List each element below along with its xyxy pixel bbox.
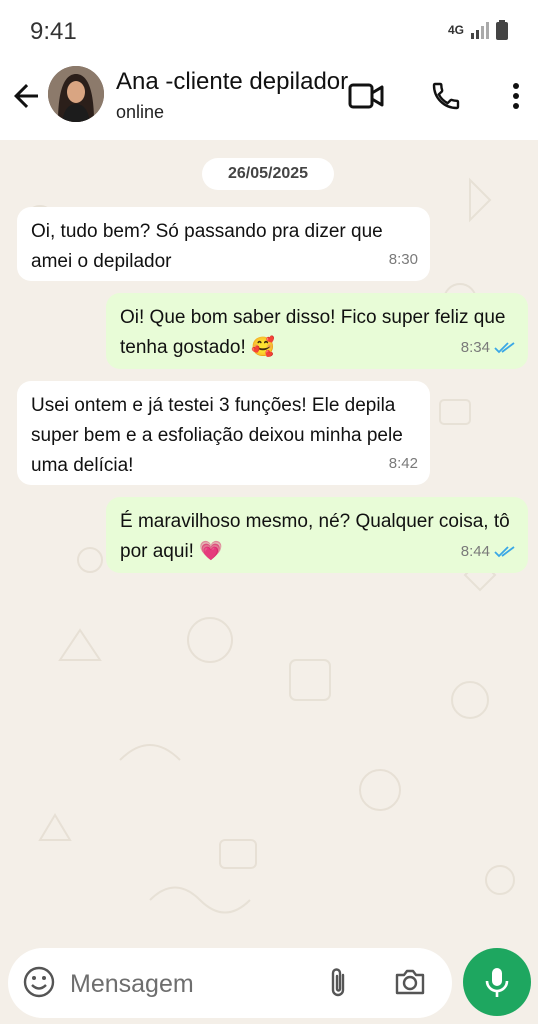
message-meta: 8:44 bbox=[461, 537, 516, 567]
message-bubble-outgoing[interactable]: É maravilhoso mesmo, né? Qualquer coisa,… bbox=[106, 497, 528, 573]
emoji-icon[interactable] bbox=[22, 965, 56, 999]
network-label: 4G bbox=[447, 23, 464, 37]
mic-icon bbox=[484, 966, 510, 998]
more-vert-icon[interactable] bbox=[496, 76, 536, 116]
chat-area[interactable]: 26/05/2025 Oi, tudo bem? Só passando pra… bbox=[0, 140, 538, 950]
message-meta: 8:30 bbox=[389, 245, 418, 275]
camera-icon[interactable] bbox=[394, 967, 426, 997]
chat-header: Ana -cliente depilador online bbox=[0, 62, 538, 140]
message-time: 8:34 bbox=[460, 339, 490, 356]
status-time: 9:41 bbox=[30, 18, 77, 45]
message-text: Oi, tudo bem? Só passando pra dizer que … bbox=[31, 221, 383, 272]
avatar[interactable] bbox=[48, 66, 104, 122]
message-time: 8:30 bbox=[388, 251, 418, 268]
mic-button[interactable] bbox=[463, 948, 531, 1016]
phone-icon[interactable] bbox=[426, 76, 466, 116]
double-check-icon bbox=[494, 545, 516, 559]
status-bar: 9:41 4G bbox=[0, 0, 538, 62]
battery-icon bbox=[496, 20, 508, 40]
message-bubble-incoming[interactable]: Oi, tudo bem? Só passando pra dizer que … bbox=[17, 207, 430, 281]
date-chip: 26/05/2025 bbox=[202, 158, 334, 190]
message-text: É maravilhoso mesmo, né? Qualquer coisa,… bbox=[120, 511, 510, 562]
message-bubble-outgoing[interactable]: Oi! Que bom saber disso! Fico super feli… bbox=[106, 293, 528, 369]
attach-icon[interactable] bbox=[326, 966, 350, 1000]
message-text: Usei ontem e já testei 3 funções! Ele de… bbox=[31, 395, 403, 476]
back-arrow-icon[interactable] bbox=[8, 78, 44, 114]
signal-icon bbox=[470, 21, 490, 39]
contact-name[interactable]: Ana -cliente depilador bbox=[116, 68, 348, 96]
message-composer bbox=[8, 948, 452, 1018]
contact-status: online bbox=[116, 102, 165, 122]
message-meta: 8:34 bbox=[461, 333, 516, 363]
message-time: 8:44 bbox=[460, 543, 490, 560]
message-bubble-incoming[interactable]: Usei ontem e já testei 3 funções! Ele de… bbox=[17, 381, 430, 485]
message-time: 8:42 bbox=[388, 455, 418, 472]
message-text: Oi! Que bom saber disso! Fico super feli… bbox=[120, 307, 506, 358]
status-icons: 4G bbox=[448, 20, 508, 40]
message-meta: 8:42 bbox=[389, 449, 418, 479]
video-call-icon[interactable] bbox=[346, 76, 386, 116]
message-input[interactable] bbox=[68, 966, 302, 1002]
double-check-icon bbox=[494, 341, 516, 355]
